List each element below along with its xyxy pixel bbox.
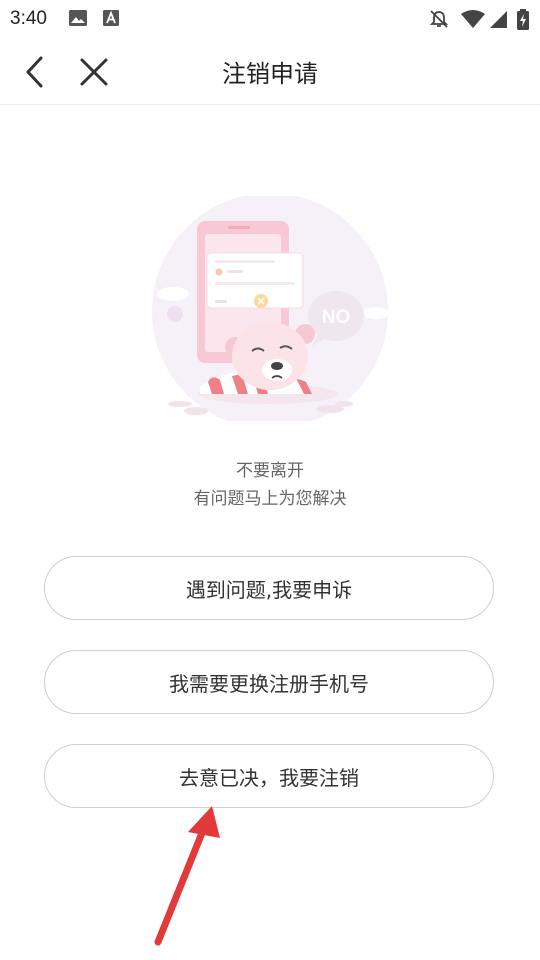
notifications-off-icon	[429, 10, 449, 28]
battery-charging-icon	[517, 9, 529, 30]
wifi-icon	[461, 10, 485, 28]
sad-bear-illustration: NO	[152, 196, 389, 421]
image-icon	[69, 10, 87, 26]
annotation-arrow	[154, 806, 220, 946]
message-line-2: 有问题马上为您解决	[193, 489, 347, 509]
change-phone-button[interactable]: 我需要更换注册手机号	[44, 650, 494, 714]
appeal-button[interactable]: 遇到问题,我要申诉	[44, 556, 494, 620]
signal-icon	[490, 11, 507, 28]
page-title: 注销申请	[222, 60, 318, 88]
status-time: 3:40	[10, 8, 47, 29]
app-header: 注销申请	[0, 36, 540, 105]
confirm-cancel-account-button[interactable]: 去意已决，我要注销	[44, 744, 494, 808]
no-badge-text: NO	[322, 307, 351, 328]
message-line-1: 不要离开	[236, 461, 304, 481]
status-bar: 3:40	[0, 0, 540, 36]
a-badge-icon	[103, 10, 119, 26]
